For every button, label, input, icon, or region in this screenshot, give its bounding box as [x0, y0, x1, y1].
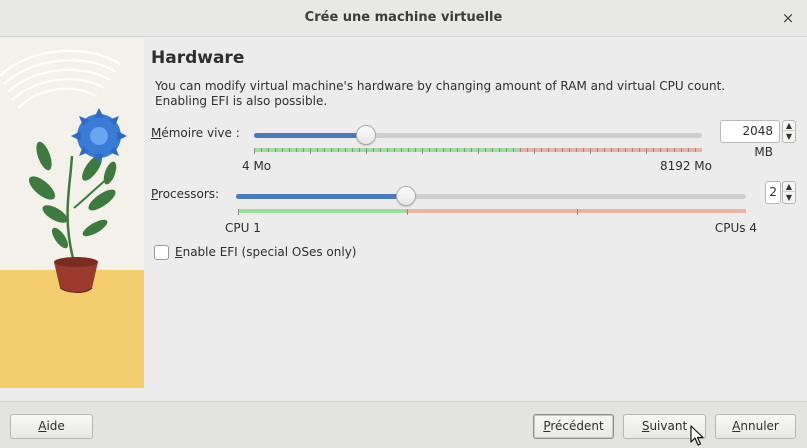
chevron-down-icon[interactable]: ▼ — [783, 193, 795, 203]
mouse-pointer-icon — [690, 425, 704, 446]
processors-spinbox[interactable]: 2 — [765, 181, 781, 204]
memory-label: Mémoire vive : — [151, 126, 240, 140]
processors-spin-buttons: ▲ ▼ — [782, 181, 796, 204]
memory-slider-handle[interactable] — [355, 125, 376, 145]
next-button-label: uivant — [649, 419, 688, 433]
memory-slider-fill — [254, 133, 366, 138]
cancel-button[interactable]: Annuler — [715, 414, 796, 439]
efi-label-accel: E — [175, 245, 183, 259]
memory-spin-buttons: ▲ ▼ — [782, 120, 796, 143]
chevron-down-icon[interactable]: ▼ — [783, 132, 795, 142]
description-line: You can modify virtual machine's hardwar… — [155, 79, 726, 93]
help-button[interactable]: Aide — [10, 414, 93, 439]
window-title: Crée une machine virtuelle — [304, 10, 503, 25]
processors-slider-fill — [236, 194, 406, 199]
flower-pot-illustration — [0, 38, 144, 388]
memory-min-label: 4 Mo — [242, 159, 272, 173]
chevron-up-icon[interactable]: ▲ — [783, 121, 795, 131]
efi-checkbox[interactable] — [154, 245, 169, 260]
efi-checkbox-label[interactable]: Enable EFI (special OSes only) — [175, 245, 356, 259]
back-button[interactable]: Précédent — [533, 414, 614, 439]
processors-slider-handle[interactable] — [396, 186, 416, 206]
processors-scale-ticks — [238, 209, 578, 215]
processors-label: Processors: — [151, 187, 219, 201]
dialog-footer: Aide Précédent Suivant Annuler — [0, 401, 807, 448]
memory-spinbox[interactable]: 2048 MB — [720, 120, 780, 159]
page-description: You can modify virtual machine's hardwar… — [155, 79, 725, 109]
title-bar: Crée une machine virtuelle × — [0, 0, 807, 37]
memory-scale-ticks — [254, 148, 696, 154]
efi-label-text: nable EFI (special OSes only) — [182, 245, 357, 259]
memory-slider-track[interactable] — [254, 133, 702, 138]
memory-max-label: 8192 Mo — [659, 159, 712, 173]
close-icon[interactable]: × — [779, 9, 797, 27]
processors-label-accel: P — [151, 187, 159, 201]
processors-min-label: CPU 1 — [225, 221, 261, 235]
description-line: Enabling EFI is also possible. — [155, 94, 328, 108]
memory-label-text: émoire vive : — [161, 126, 240, 140]
processors-max-label: CPUs 4 — [714, 221, 757, 235]
back-button-label: récédent — [550, 419, 604, 433]
memory-label-accel: M — [151, 126, 162, 140]
memory-slider-scale — [254, 148, 702, 154]
processors-slider-track[interactable] — [236, 194, 746, 199]
help-button-label: ide — [46, 419, 65, 433]
processors-label-text: rocessors: — [158, 187, 220, 201]
chevron-up-icon[interactable]: ▲ — [783, 182, 795, 192]
hardware-page: Hardware You can modify virtual machine'… — [144, 38, 807, 401]
page-title: Hardware — [151, 48, 245, 68]
cancel-button-label: nnuler — [740, 419, 779, 433]
processors-slider-scale — [238, 209, 746, 215]
